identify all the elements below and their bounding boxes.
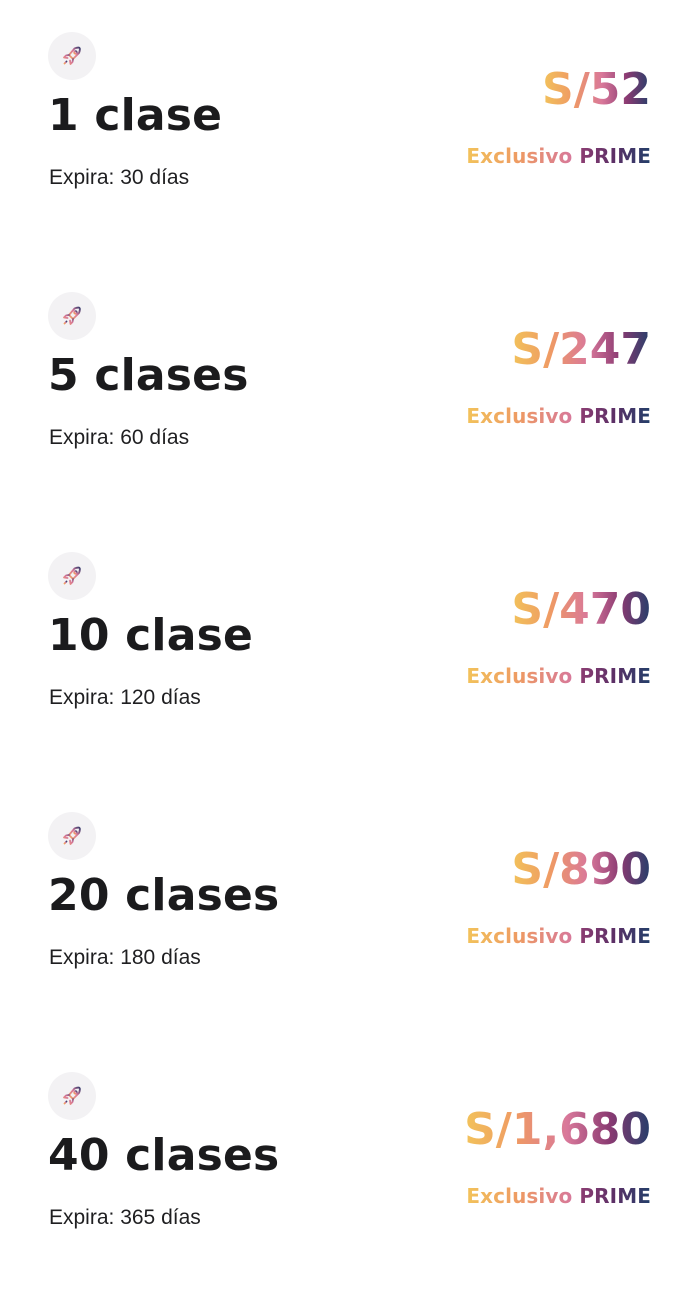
badge-exclusive-text: Exclusivo — [466, 664, 573, 688]
package-expiry: Expira: 120 días — [49, 686, 201, 709]
exclusive-prime-badge: Exclusivo PRIME — [466, 142, 651, 170]
rocket-icon — [48, 32, 96, 80]
class-package-10[interactable]: 10 clase Expira: 120 días S/470 Exclusiv… — [0, 520, 700, 780]
badge-prime-text: PRIME — [579, 144, 651, 168]
package-price: S/470 — [511, 582, 651, 638]
exclusive-prime-badge: Exclusivo PRIME — [466, 402, 651, 430]
class-package-1[interactable]: 1 clase Expira: 30 días S/52 Exclusivo P… — [0, 0, 700, 260]
badge-prime-text: PRIME — [579, 924, 651, 948]
exclusive-prime-badge: Exclusivo PRIME — [466, 1182, 651, 1210]
package-price: S/247 — [511, 322, 651, 378]
rocket-icon — [48, 552, 96, 600]
package-expiry: Expira: 60 días — [49, 426, 190, 449]
badge-exclusive-text: Exclusivo — [466, 144, 573, 168]
class-package-5[interactable]: 5 clases Expira: 60 días S/247 Exclusivo… — [0, 260, 700, 520]
package-title: 10 clase — [48, 610, 254, 661]
class-package-20[interactable]: 20 clases Expira: 180 días S/890 Exclusi… — [0, 780, 700, 1040]
package-title: 20 clases — [48, 870, 280, 921]
class-package-40[interactable]: 40 clases Expira: 365 días S/1,680 Exclu… — [0, 1040, 700, 1300]
package-title: 5 clases — [48, 350, 249, 401]
package-price: S/1,680 — [464, 1102, 651, 1158]
badge-exclusive-text: Exclusivo — [466, 1184, 573, 1208]
badge-exclusive-text: Exclusivo — [466, 404, 573, 428]
package-title: 40 clases — [48, 1130, 280, 1181]
package-price: S/52 — [542, 62, 651, 118]
exclusive-prime-badge: Exclusivo PRIME — [466, 922, 651, 950]
package-expiry: Expira: 365 días — [49, 1206, 201, 1229]
class-package-list: 1 clase Expira: 30 días S/52 Exclusivo P… — [0, 0, 700, 1268]
exclusive-prime-badge: Exclusivo PRIME — [466, 662, 651, 690]
package-title: 1 clase — [48, 90, 223, 141]
badge-prime-text: PRIME — [579, 664, 651, 688]
rocket-icon — [48, 1072, 96, 1120]
rocket-icon — [48, 812, 96, 860]
package-price: S/890 — [511, 842, 651, 898]
badge-prime-text: PRIME — [579, 404, 651, 428]
badge-prime-text: PRIME — [579, 1184, 651, 1208]
package-expiry: Expira: 30 días — [49, 166, 190, 189]
rocket-icon — [48, 292, 96, 340]
package-expiry: Expira: 180 días — [49, 946, 201, 969]
badge-exclusive-text: Exclusivo — [466, 924, 573, 948]
